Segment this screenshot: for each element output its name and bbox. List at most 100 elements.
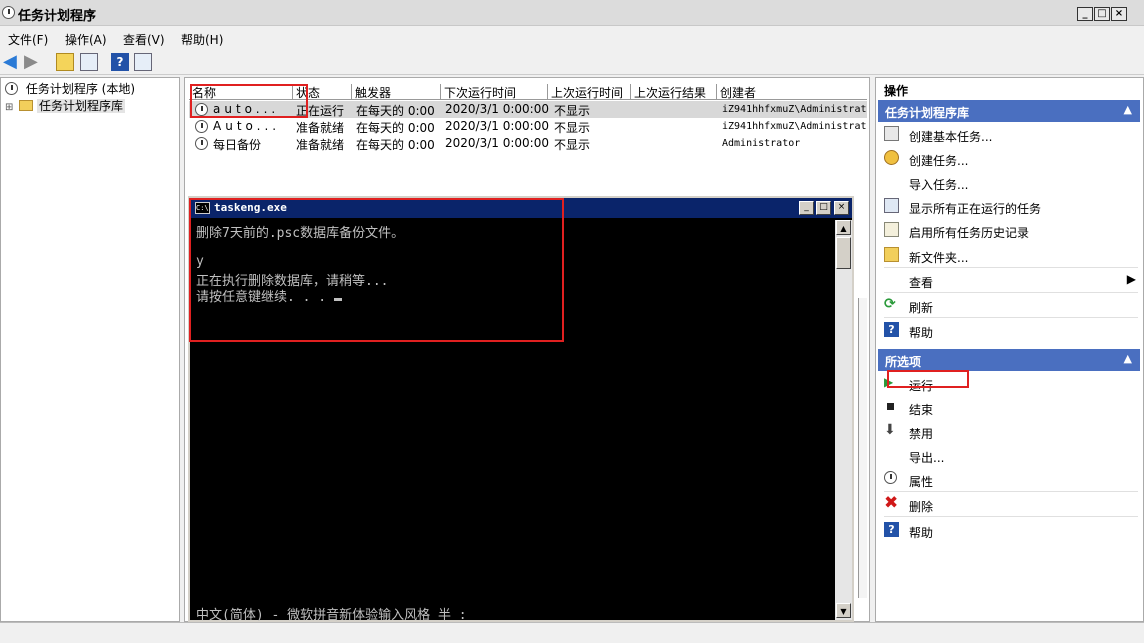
console-scrollbar[interactable]: ▲ ▼ [835,220,852,620]
task-next-run: 2020/3/1 0:00:00 [445,102,549,116]
col-next-run[interactable]: 下次运行时间 [441,84,548,100]
running-tasks-icon [884,198,899,213]
status-bar [0,622,1144,643]
col-trigger[interactable]: 触发器 [352,84,441,100]
task-scheduler-icon [2,6,15,19]
col-last-result[interactable]: 上次运行结果 [631,84,717,100]
action-delete[interactable]: ✖ 删除 [884,493,1138,517]
task-trigger: 在每天的 0:00 [356,104,435,118]
toolbar: ◀ ▶ ? [0,49,1144,75]
action-enable-history[interactable]: 启用所有任务历史记录 [884,219,1138,243]
navigation-tree: 任务计划程序 (本地) ⊞ 任务计划程序库 [0,77,180,622]
details-scrollbar[interactable] [858,298,867,598]
section-task-library[interactable]: 任务计划程序库 ▲ [878,100,1140,122]
show-hide-tree-icon[interactable] [80,53,98,71]
window-title: 任务计划程序 [18,9,97,24]
action-export[interactable]: 导出... [884,444,1138,468]
task-last-run: 不显示 [554,138,591,152]
stop-icon [887,403,894,410]
task-status: 准备就绪 [296,138,345,152]
submenu-arrow-icon: ▶ [1126,272,1136,286]
action-refresh[interactable]: ⟳ 刷新 [884,294,1138,318]
create-basic-task-icon [884,126,899,141]
action-label: 显示所有正在运行的任务 [909,202,1042,216]
disable-arrow-icon: ⬇ [884,422,896,438]
forward-arrow-icon[interactable]: ▶ [24,53,42,71]
action-end[interactable]: 结束 [884,396,1138,420]
task-creator: iZ941hhfxmuZ\Administrat [722,104,867,115]
menu-bar: 文件(F) 操作(A) 查看(V) 帮助(H) [0,27,1144,49]
section-title: 任务计划程序库 [885,106,970,120]
col-creator[interactable]: 创建者 [717,84,867,100]
collapse-icon[interactable]: ▲ [1124,103,1132,116]
help-icon[interactable]: ? [111,53,129,71]
tree-item-task-library[interactable]: ⊞ 任务计划程序库 [5,97,126,114]
clock-icon [5,82,18,95]
action-label: 创建基本任务... [909,130,993,144]
task-last-run: 不显示 [554,104,591,118]
show-hide-action-pane-icon[interactable] [134,53,152,71]
action-label: 启用所有任务历史记录 [909,226,1030,240]
new-folder-icon [884,247,899,262]
tree-root-label: 任务计划程序 (本地) [25,82,136,96]
table-row[interactable]: Auto... 准备就绪 在每天的 0:00 2020/3/1 0:00:00 … [189,118,867,135]
scroll-up-icon[interactable]: ▲ [836,220,851,235]
clock-icon [195,120,208,136]
task-trigger: 在每天的 0:00 [356,138,435,152]
annotation-box-task-name [190,84,308,118]
console-maximize-button[interactable]: □ [816,201,831,215]
help-icon: ? [884,522,899,537]
action-import-task[interactable]: 导入任务... [884,171,1138,195]
menu-help[interactable]: 帮助(H) [181,31,223,48]
minimize-button[interactable]: _ [1077,7,1093,21]
action-properties[interactable]: 属性 [884,468,1138,492]
action-view[interactable]: 查看 ▶ [884,269,1138,293]
action-label: 删除 [909,500,934,514]
task-name: Auto... [213,119,281,133]
actions-pane: 操作 任务计划程序库 ▲ 创建基本任务... 创建任务... 导入任务... 显… [875,77,1144,622]
col-last-run[interactable]: 上次运行时间 [548,84,631,100]
action-label: 新文件夹... [909,251,969,265]
actions-header: 操作 [884,84,909,98]
scroll-thumb[interactable] [836,237,851,269]
action-show-running-tasks[interactable]: 显示所有正在运行的任务 [884,195,1138,219]
console-close-button[interactable]: × [834,201,849,215]
action-create-basic-task[interactable]: 创建基本任务... [884,123,1138,147]
action-label: 查看 [909,276,934,290]
action-create-task[interactable]: 创建任务... [884,147,1138,171]
action-label: 刷新 [909,301,934,315]
ime-status: 中文(简体) - 微软拼音新体验输入风格 半 : [196,608,467,623]
action-disable[interactable]: ⬇ 禁用 [884,420,1138,444]
expand-icon[interactable]: ⊞ [5,102,13,113]
console-minimize-button[interactable]: _ [799,201,814,215]
action-help-selected[interactable]: ? 帮助 [884,519,1138,543]
action-help[interactable]: ? 帮助 [884,319,1138,343]
collapse-icon[interactable]: ▲ [1124,352,1132,365]
maximize-button[interactable]: □ [1094,7,1110,21]
annotation-box-run-action [887,370,969,388]
task-name: 每日备份 [213,138,262,152]
task-next-run: 2020/3/1 0:00:00 [445,136,549,150]
up-folder-icon[interactable] [56,53,74,71]
tree-root[interactable]: 任务计划程序 (本地) [5,80,135,97]
menu-file[interactable]: 文件(F) [8,31,48,48]
create-task-icon [884,150,899,165]
close-button[interactable]: × [1111,7,1127,21]
table-row[interactable]: 每日备份 准备就绪 在每天的 0:00 2020/3/1 0:00:00 不显示… [189,135,867,152]
action-new-folder[interactable]: 新文件夹... [884,244,1138,268]
action-label: 结束 [909,403,934,417]
back-arrow-icon[interactable]: ◀ [3,53,21,71]
properties-clock-icon [884,471,899,486]
menu-action[interactable]: 操作(A) [65,31,107,48]
history-icon [884,222,899,237]
action-label: 帮助 [909,526,934,540]
task-creator: iZ941hhfxmuZ\Administrat [722,121,867,132]
task-next-run: 2020/3/1 0:00:00 [445,119,549,133]
scroll-down-icon[interactable]: ▼ [836,603,851,618]
title-bar: 任务计划程序 _ □ × [0,0,1144,26]
help-icon: ? [884,322,899,337]
task-trigger: 在每天的 0:00 [356,121,435,135]
section-selected-item[interactable]: 所选项 ▲ [878,349,1140,371]
menu-view[interactable]: 查看(V) [123,31,165,48]
action-label: 创建任务... [909,154,969,168]
